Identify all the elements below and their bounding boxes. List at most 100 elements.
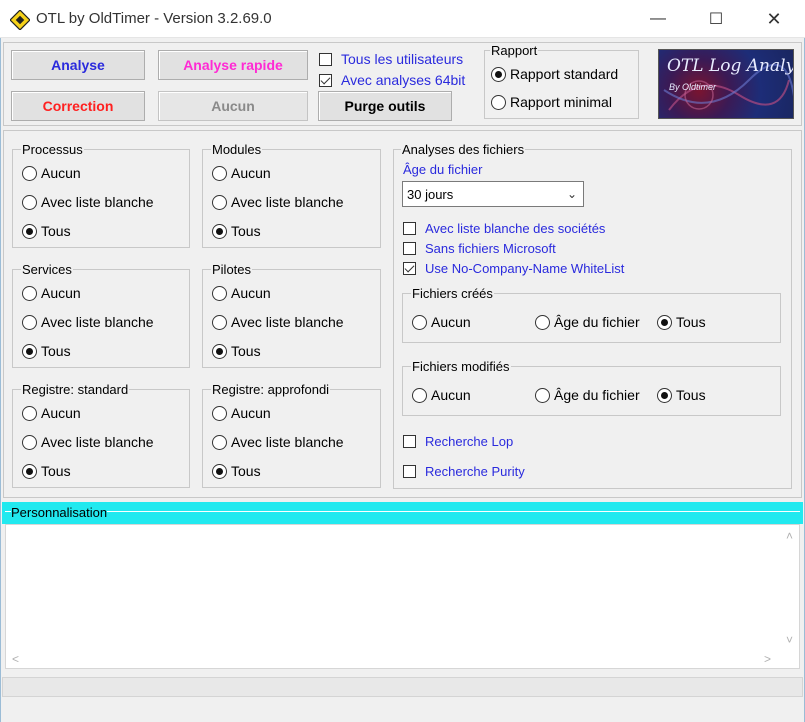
crees-aucun-option[interactable]: Aucun — [412, 314, 471, 330]
avec-64bit-label: Avec analyses 64bit — [341, 72, 466, 88]
processus-liste-blanche-option[interactable]: Avec liste blanche — [22, 194, 154, 210]
scroll-down-icon[interactable]: ˅ — [786, 633, 793, 647]
personnalisation-header — [2, 502, 803, 524]
modules-tous-option[interactable]: Tous — [212, 223, 261, 239]
pilotes-liste-blanche-option[interactable]: Avec liste blanche — [212, 314, 344, 330]
modifies-aucun-radio[interactable] — [412, 387, 427, 403]
modules-aucun-label: Aucun — [231, 165, 271, 181]
services-tous-radio[interactable] — [22, 343, 37, 359]
crees-tous-label: Tous — [676, 314, 706, 330]
no-company-option[interactable]: Use No-Company-Name WhiteList — [403, 261, 624, 276]
whitelist-societes-checkbox[interactable] — [403, 222, 416, 235]
pilotes-tous-radio[interactable] — [212, 343, 227, 359]
pilotes-aucun-option[interactable]: Aucun — [212, 285, 271, 301]
modifies-tous-radio[interactable] — [657, 387, 672, 403]
services-tous-label: Tous — [41, 343, 71, 359]
close-icon[interactable]: ✕ — [745, 0, 803, 38]
rapport-group-label: Rapport — [490, 43, 539, 58]
registre-approfondi-liste-blanche-option[interactable]: Avec liste blanche — [212, 434, 344, 450]
recherche-purity-checkbox[interactable] — [403, 465, 416, 478]
modules-aucun-option[interactable]: Aucun — [212, 165, 271, 181]
recherche-purity-option[interactable]: Recherche Purity — [403, 464, 525, 479]
crees-aucun-radio[interactable] — [412, 314, 427, 330]
age-fichier-value: 30 jours — [407, 186, 454, 202]
modifies-aucun-option[interactable]: Aucun — [412, 387, 471, 403]
analyse-rapide-button[interactable]: Analyse rapide — [158, 50, 308, 80]
tous-utilisateurs-checkbox[interactable] — [319, 52, 332, 66]
modules-tous-radio[interactable] — [212, 223, 227, 239]
maximize-icon[interactable]: ☐ — [687, 0, 745, 38]
sans-microsoft-option[interactable]: Sans fichiers Microsoft — [403, 241, 556, 256]
registre-standard-liste-blanche-radio[interactable] — [22, 434, 37, 450]
registre-approfondi-liste-blanche-radio[interactable] — [212, 434, 227, 450]
logo-subtitle: By Oldtimer — [669, 82, 717, 92]
modules-liste-blanche-radio[interactable] — [212, 194, 227, 210]
modules-tous-label: Tous — [231, 223, 261, 239]
services-liste-blanche-option[interactable]: Avec liste blanche — [22, 314, 154, 330]
pilotes-tous-option[interactable]: Tous — [212, 343, 261, 359]
avec-64bit-checkbox[interactable] — [319, 73, 332, 87]
app-icon — [10, 10, 30, 30]
whitelist-societes-option[interactable]: Avec liste blanche des sociétés — [403, 221, 605, 236]
rapport-standard-radio[interactable] — [491, 66, 506, 82]
pilotes-aucun-radio[interactable] — [212, 285, 227, 301]
processus-tous-label: Tous — [41, 223, 71, 239]
registre-standard-tous-label: Tous — [41, 463, 71, 479]
avec-64bit-option[interactable]: Avec analyses 64bit — [319, 72, 465, 88]
no-company-checkbox[interactable] — [403, 262, 416, 275]
processus-tous-option[interactable]: Tous — [22, 223, 71, 239]
services-aucun-radio[interactable] — [22, 285, 37, 301]
registre-standard-liste-blanche-option[interactable]: Avec liste blanche — [22, 434, 154, 450]
minimize-icon[interactable]: — — [629, 0, 687, 38]
analyse-button[interactable]: Analyse — [11, 50, 145, 80]
correction-button[interactable]: Correction — [11, 91, 145, 121]
recherche-lop-checkbox[interactable] — [403, 435, 416, 448]
services-aucun-option[interactable]: Aucun — [22, 285, 81, 301]
registre-approfondi-tous-option[interactable]: Tous — [212, 463, 261, 479]
pilotes-aucun-label: Aucun — [231, 285, 271, 301]
recherche-lop-option[interactable]: Recherche Lop — [403, 434, 513, 449]
services-liste-blanche-radio[interactable] — [22, 314, 37, 330]
rapport-minimal-option[interactable]: Rapport minimal — [491, 94, 612, 110]
rapport-minimal-radio[interactable] — [491, 94, 506, 110]
aucun-button[interactable]: Aucun — [158, 91, 308, 121]
modifies-age-label: Âge du fichier — [554, 387, 640, 403]
pilotes-liste-blanche-radio[interactable] — [212, 314, 227, 330]
modules-aucun-radio[interactable] — [212, 165, 227, 181]
modules-liste-blanche-option[interactable]: Avec liste blanche — [212, 194, 344, 210]
crees-age-radio[interactable] — [535, 314, 550, 330]
logo-title: OTL Log Analysis — [667, 56, 793, 76]
processus-label: Processus — [21, 142, 84, 157]
scroll-up-icon[interactable]: ˄ — [786, 529, 793, 543]
pilotes-tous-label: Tous — [231, 343, 261, 359]
crees-tous-option[interactable]: Tous — [657, 314, 706, 330]
age-fichier-dropdown[interactable]: 30 jours ⌄ — [402, 181, 584, 207]
processus-aucun-radio[interactable] — [22, 165, 37, 181]
scroll-right-icon[interactable]: ˃ — [764, 652, 771, 666]
processus-tous-radio[interactable] — [22, 223, 37, 239]
frame-border-left — [0, 38, 1, 722]
crees-age-option[interactable]: Âge du fichier — [535, 314, 640, 330]
modifies-tous-option[interactable]: Tous — [657, 387, 706, 403]
sans-microsoft-checkbox[interactable] — [403, 242, 416, 255]
registre-standard-tous-option[interactable]: Tous — [22, 463, 71, 479]
services-tous-option[interactable]: Tous — [22, 343, 71, 359]
registre-approfondi-aucun-option[interactable]: Aucun — [212, 405, 271, 421]
rapport-standard-option[interactable]: Rapport standard — [491, 66, 618, 82]
processus-liste-blanche-radio[interactable] — [22, 194, 37, 210]
scroll-left-icon[interactable]: ˂ — [12, 652, 19, 666]
tous-utilisateurs-label: Tous les utilisateurs — [341, 51, 464, 67]
registre-standard-tous-radio[interactable] — [22, 463, 37, 479]
registre-approfondi-tous-radio[interactable] — [212, 463, 227, 479]
purge-outils-button[interactable]: Purge outils — [318, 91, 452, 121]
crees-tous-radio[interactable] — [657, 314, 672, 330]
modifies-age-radio[interactable] — [535, 387, 550, 403]
personnalisation-textarea[interactable]: ˄ ˅ ˂ ˃ — [5, 524, 800, 669]
registre-approfondi-aucun-radio[interactable] — [212, 405, 227, 421]
modifies-age-option[interactable]: Âge du fichier — [535, 387, 640, 403]
processus-aucun-option[interactable]: Aucun — [22, 165, 81, 181]
tous-utilisateurs-option[interactable]: Tous les utilisateurs — [319, 51, 463, 67]
registre-standard-aucun-option[interactable]: Aucun — [22, 405, 81, 421]
recherche-purity-label: Recherche Purity — [425, 464, 525, 479]
registre-standard-aucun-radio[interactable] — [22, 405, 37, 421]
